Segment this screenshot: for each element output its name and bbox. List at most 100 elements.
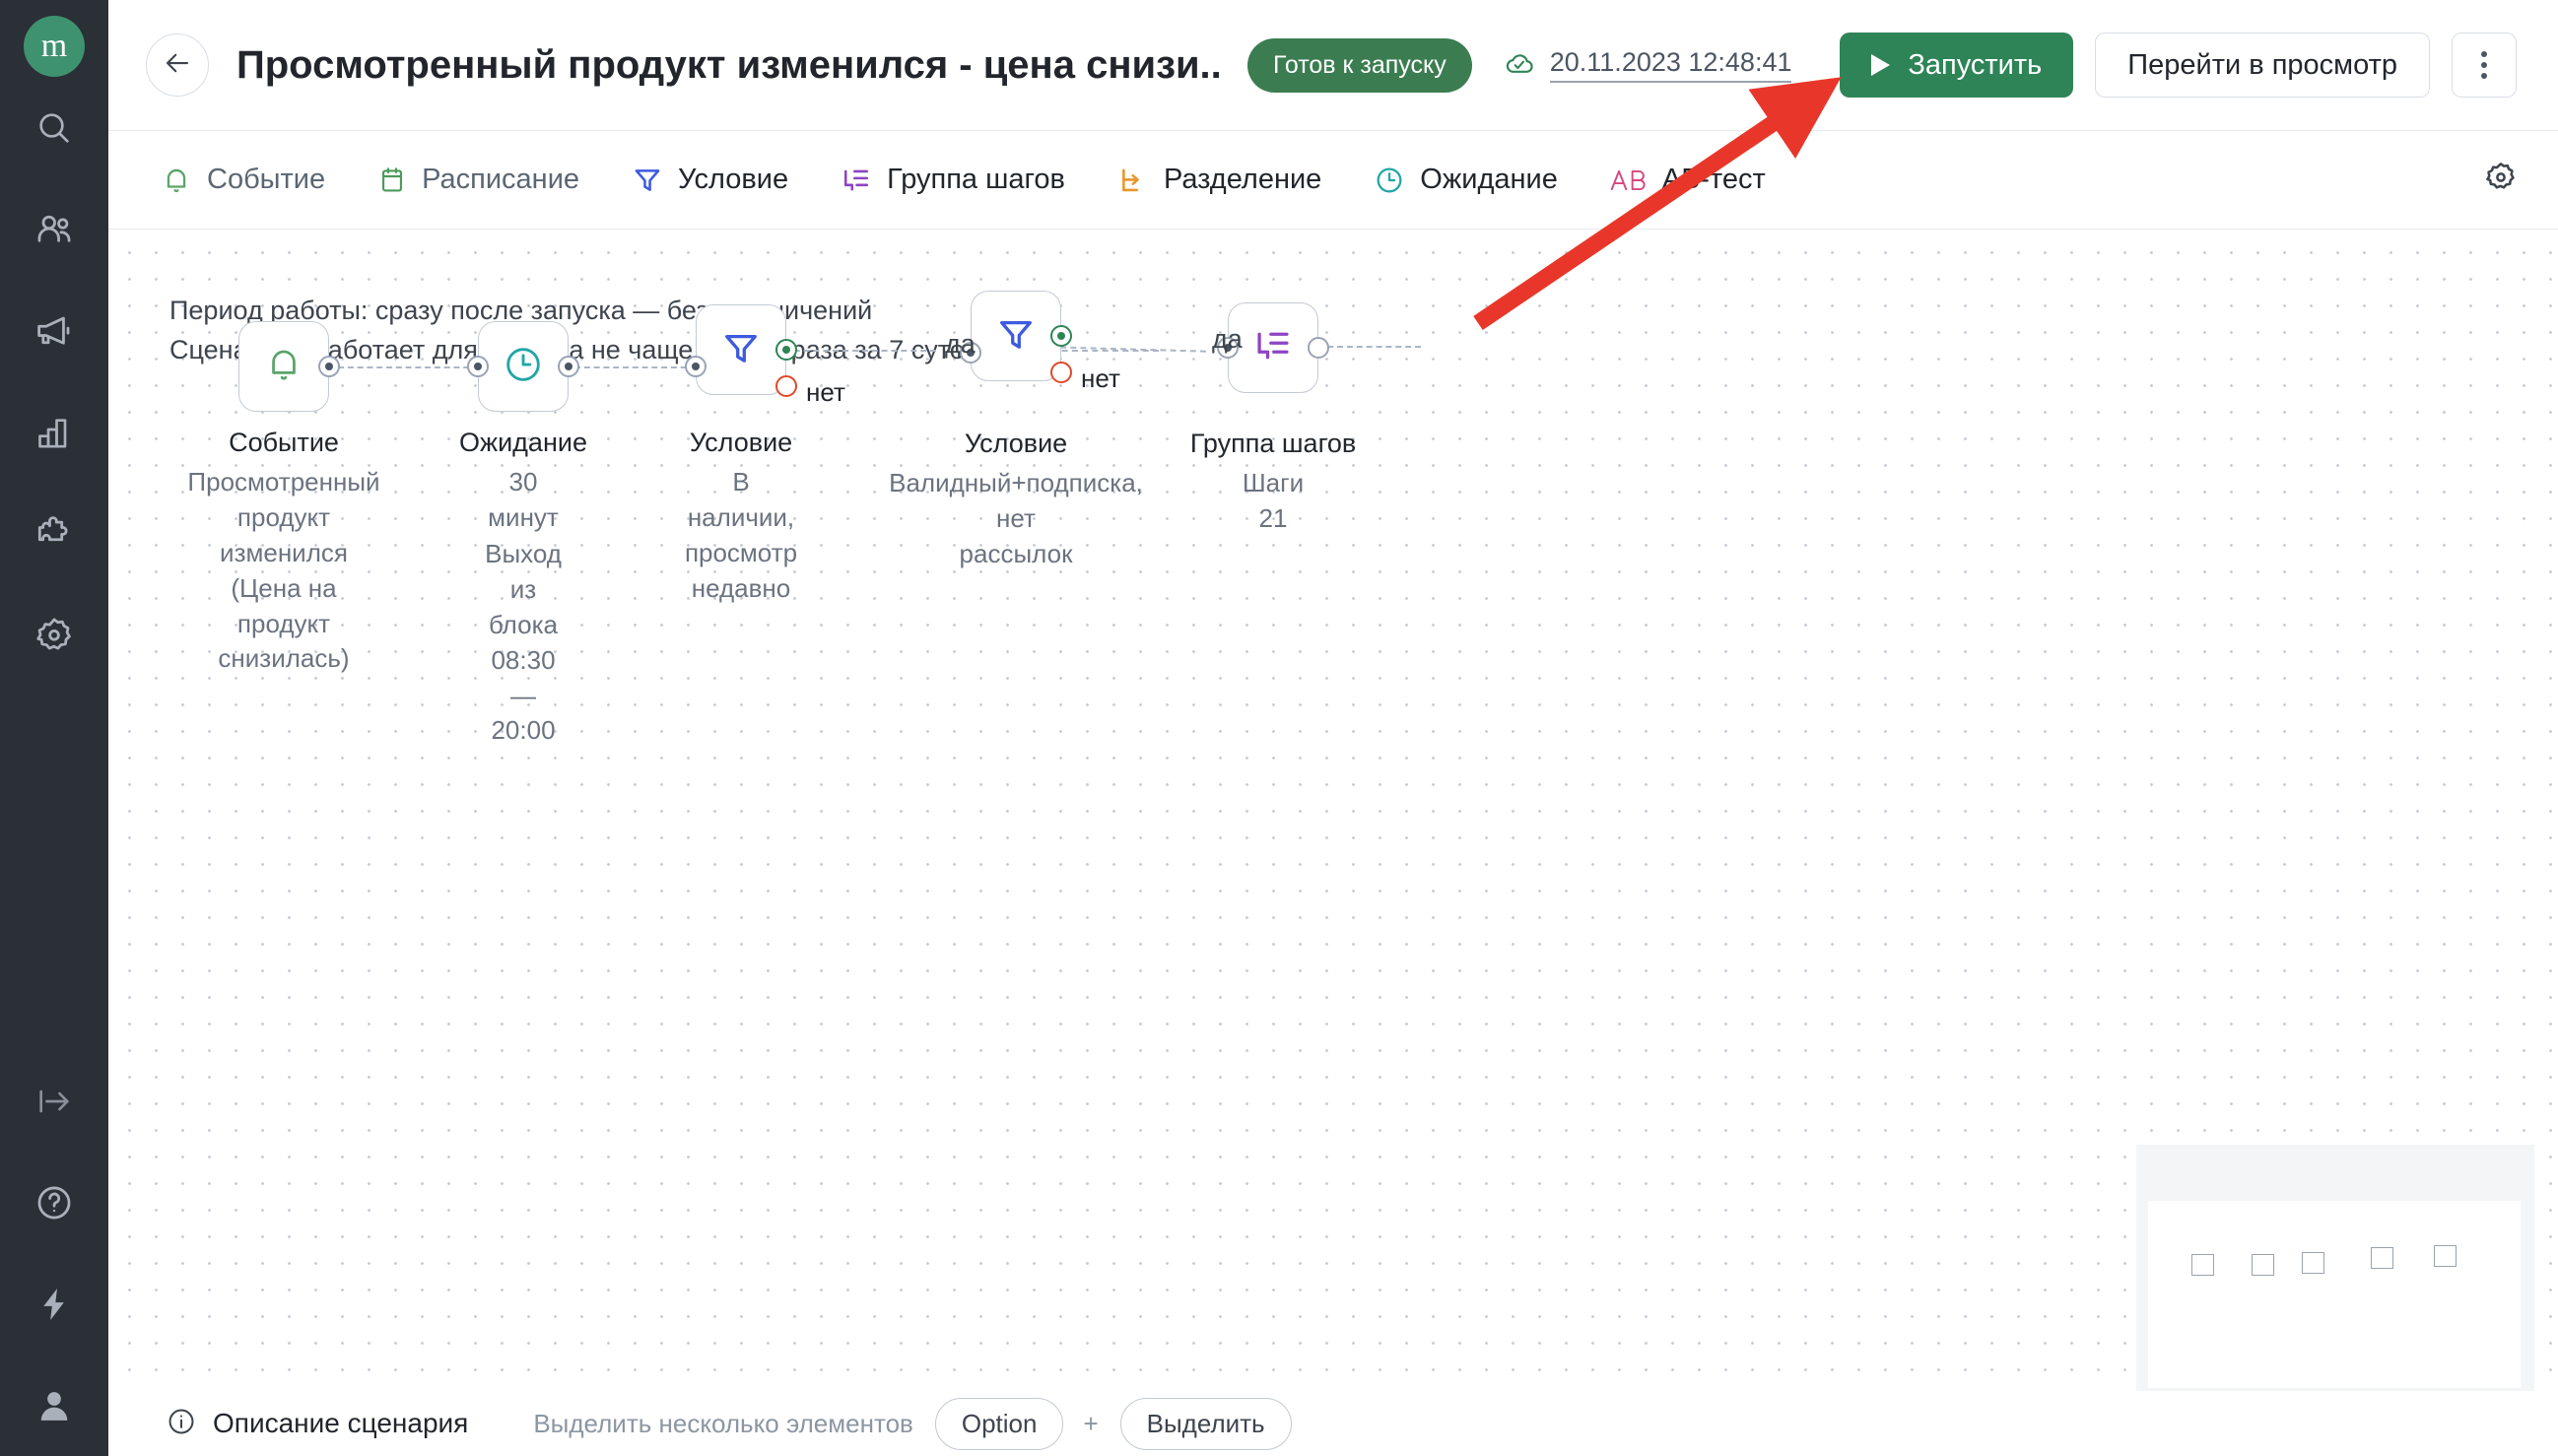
multiselect-hint: Выделить несколько элементов bbox=[533, 1408, 913, 1438]
port-dot bbox=[1057, 332, 1065, 340]
kebab-dot bbox=[2481, 62, 2487, 68]
flow-node-description: В наличии, просмотр недавно bbox=[685, 465, 797, 607]
sidebar-item-help[interactable] bbox=[0, 1152, 108, 1253]
branch-label-yes: да bbox=[945, 329, 976, 359]
flow-node-wait[interactable]: Ожидание 30 минут Выход из блока 08:30 —… bbox=[459, 321, 587, 745]
bell-icon bbox=[160, 164, 193, 197]
flow-node-condition-2[interactable]: нет Условие Валидный+подписка, нет рассы… bbox=[889, 291, 1143, 568]
output-port-yes[interactable] bbox=[1050, 325, 1072, 347]
output-port[interactable] bbox=[318, 356, 340, 377]
minimap-node bbox=[2252, 1254, 2274, 1276]
bar-chart-icon bbox=[34, 413, 74, 452]
desc-line: Шаги 21 bbox=[1242, 468, 1305, 533]
palette-item-wait[interactable]: Ожидание bbox=[1347, 131, 1583, 230]
sidebar-item-integrations[interactable] bbox=[0, 483, 108, 584]
sidebar-item-collapse[interactable] bbox=[0, 1050, 108, 1152]
flow-node-condition-1[interactable]: нет Условие В наличии, просмотр недавно bbox=[685, 304, 845, 603]
palette-item-step-group[interactable]: Группа шагов bbox=[814, 131, 1091, 230]
palette-item-label: Группа шагов bbox=[887, 164, 1065, 195]
last-saved-timestamp[interactable]: 20.11.2023 12:48:41 bbox=[1549, 47, 1792, 83]
output-port[interactable] bbox=[1308, 337, 1329, 359]
lightning-icon bbox=[34, 1285, 74, 1324]
desc-line: рассылок bbox=[959, 538, 1073, 568]
node-palette-toolbar: Событие Расписание Условие Группа шагов … bbox=[108, 131, 2558, 230]
run-button-label: Запустить bbox=[1908, 48, 2043, 81]
clock-icon bbox=[1373, 164, 1406, 197]
flow-node-title: Событие bbox=[229, 428, 339, 457]
flow-node-box[interactable] bbox=[478, 321, 569, 412]
canvas-minimap[interactable] bbox=[2136, 1145, 2534, 1391]
search-icon bbox=[34, 108, 74, 148]
output-port-no[interactable] bbox=[775, 375, 797, 397]
flow-node-title: Группа шагов bbox=[1189, 429, 1357, 458]
flow-node-box[interactable] bbox=[696, 304, 786, 395]
kebab-dot bbox=[2481, 73, 2487, 79]
palette-item-condition[interactable]: Условие bbox=[605, 131, 814, 230]
key-plus: + bbox=[1083, 1408, 1099, 1438]
flow-node-description: Валидный+подписка, нет рассылок bbox=[889, 466, 1143, 572]
sidebar-item-settings[interactable] bbox=[0, 584, 108, 686]
calendar-icon bbox=[376, 165, 408, 196]
minimap-node bbox=[2191, 1254, 2214, 1276]
key-option[interactable]: Option bbox=[934, 1397, 1064, 1450]
palette-item-label: Ожидание bbox=[1420, 164, 1558, 195]
flow-canvas[interactable]: Период работы: сразу после запуска — без… bbox=[108, 230, 2558, 1391]
branch-label-yes: да bbox=[1212, 324, 1243, 354]
sidebar-item-analytics[interactable] bbox=[0, 381, 108, 483]
input-port[interactable] bbox=[685, 356, 707, 377]
desc-line: снизилась) bbox=[218, 643, 350, 674]
scenario-editor-page: m Просмотренный продукт изменился - цена… bbox=[0, 0, 2558, 1456]
brand-logo[interactable]: m bbox=[24, 16, 85, 77]
palette-item-label: АБ-тест bbox=[1661, 164, 1766, 195]
palette-item-split[interactable]: Разделение bbox=[1091, 131, 1347, 230]
back-button[interactable] bbox=[146, 33, 209, 97]
output-port[interactable] bbox=[558, 356, 579, 377]
canvas-settings-button[interactable] bbox=[2483, 160, 2519, 200]
extra-line: 08:30 — 20:00 bbox=[491, 644, 556, 746]
branch-label-no: нет bbox=[1081, 364, 1120, 393]
cloud-check-icon bbox=[1504, 46, 1537, 85]
page-title: Просмотренный продукт изменился - цена с… bbox=[236, 42, 1222, 87]
output-port-no[interactable] bbox=[1050, 362, 1072, 383]
desc-line: 30 минут bbox=[488, 467, 559, 532]
more-menu-button[interactable] bbox=[2452, 33, 2517, 98]
flow-node-description: Просмотренный продукт изменился (Цена на… bbox=[187, 465, 379, 677]
flow-node-box[interactable] bbox=[971, 291, 1061, 381]
flow-node-event[interactable]: Событие Просмотренный продукт изменился … bbox=[187, 321, 380, 673]
palette-item-label: Расписание bbox=[422, 164, 580, 195]
flow-node-title: Условие bbox=[689, 428, 793, 457]
input-port[interactable] bbox=[467, 356, 489, 377]
bottom-status-bar: Описание сценария Выделить несколько эле… bbox=[108, 1391, 2558, 1456]
play-icon bbox=[1871, 54, 1891, 76]
key-select[interactable]: Выделить bbox=[1119, 1397, 1292, 1450]
palette-item-ab-test[interactable]: АБ-тест bbox=[1583, 131, 1791, 230]
status-badge[interactable]: Готов к запуску bbox=[1247, 37, 1472, 93]
output-port-yes[interactable] bbox=[775, 339, 797, 361]
sidebar-item-search[interactable] bbox=[0, 77, 108, 178]
collapse-icon bbox=[34, 1082, 74, 1121]
minimap-viewport[interactable] bbox=[2148, 1201, 2521, 1388]
port-dot bbox=[782, 346, 790, 354]
minimap-node bbox=[2371, 1247, 2393, 1269]
gear-icon bbox=[34, 615, 75, 656]
desc-line: В наличии, просмотр недавно bbox=[684, 467, 798, 603]
scenario-description-button[interactable]: Описание сценария bbox=[166, 1406, 468, 1442]
sidebar-item-campaigns[interactable] bbox=[0, 280, 108, 381]
filter-icon bbox=[719, 326, 763, 374]
extra-line: Выход из блока bbox=[485, 539, 562, 639]
run-button[interactable]: Запустить bbox=[1840, 33, 2074, 98]
palette-item-label: Разделение bbox=[1163, 164, 1322, 195]
sidebar-item-activity[interactable] bbox=[0, 1253, 108, 1355]
preview-button[interactable]: Перейти в просмотр bbox=[2095, 33, 2430, 98]
sidebar-item-account[interactable] bbox=[0, 1355, 108, 1456]
flow-node-extra: Выход из блока 08:30 — 20:00 bbox=[485, 537, 562, 749]
port-dot bbox=[565, 363, 572, 370]
help-icon bbox=[34, 1182, 75, 1224]
flow-node-description: 30 минут bbox=[488, 465, 559, 536]
flow-node-title: Ожидание bbox=[459, 428, 587, 457]
palette-item-schedule[interactable]: Расписание bbox=[351, 131, 605, 230]
flow-node-box[interactable] bbox=[238, 321, 329, 412]
megaphone-icon bbox=[34, 310, 75, 352]
sidebar-item-users[interactable] bbox=[0, 178, 108, 280]
palette-item-event[interactable]: Событие bbox=[134, 131, 351, 230]
